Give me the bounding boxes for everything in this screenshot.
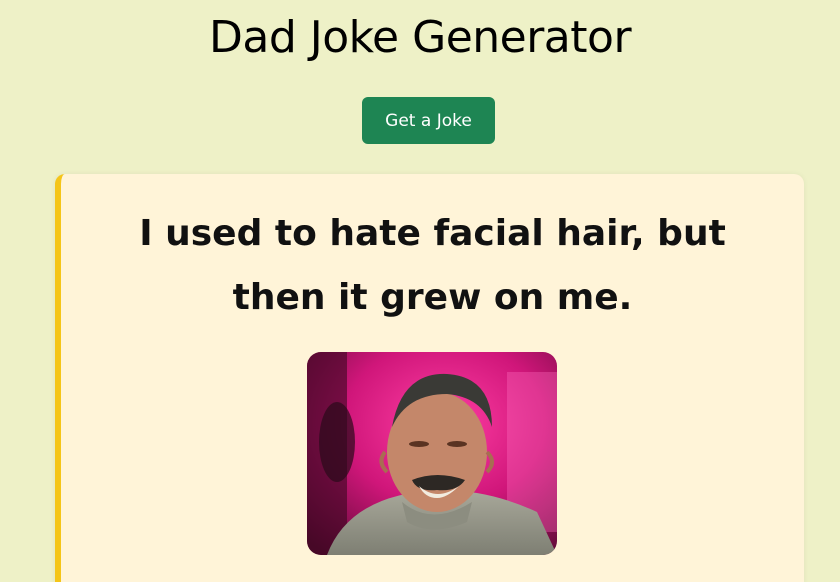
get-joke-button[interactable]: Get a Joke — [362, 97, 495, 144]
joke-card: I used to hate facial hair, but then it … — [55, 174, 804, 582]
page: Dad Joke Generator Get a Joke I used to … — [0, 0, 840, 582]
page-title: Dad Joke Generator — [208, 12, 632, 63]
joke-text: I used to hate facial hair, but then it … — [139, 213, 726, 318]
laughing-man-image — [307, 352, 557, 555]
